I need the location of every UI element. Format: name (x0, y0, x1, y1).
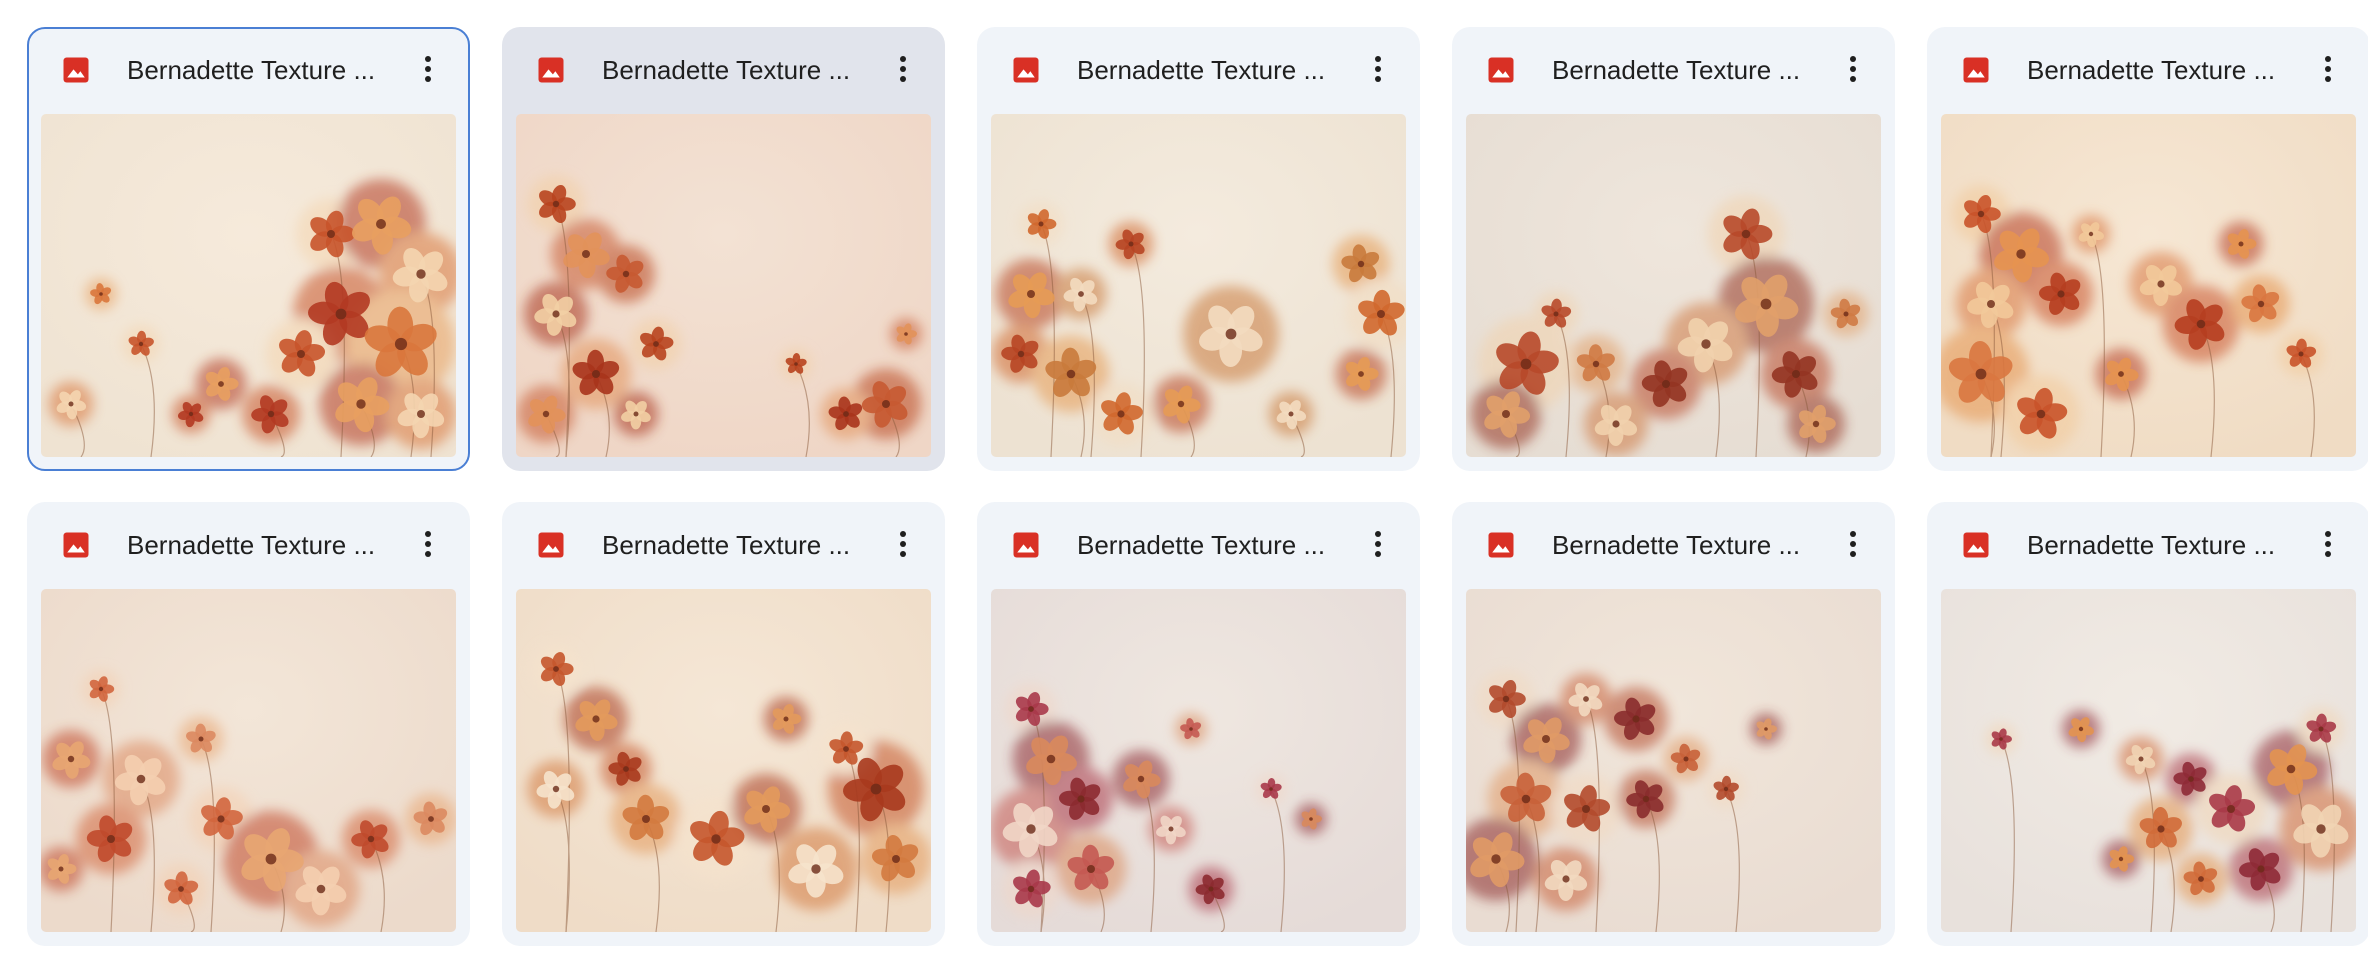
file-name: Bernadette Texture ... (2027, 55, 2276, 85)
more-actions-button[interactable] (408, 49, 448, 89)
file-thumbnail[interactable] (1941, 114, 2356, 457)
image-file-icon (1961, 530, 1991, 560)
image-file-icon (1011, 530, 1041, 560)
file-name: Bernadette Texture ... (602, 530, 851, 560)
file-card[interactable]: Bernadette Texture ... (27, 27, 470, 471)
file-card[interactable]: Bernadette Texture ... (502, 27, 945, 471)
file-card-header: Bernadette Texture ... (27, 502, 470, 587)
more-actions-button[interactable] (408, 524, 448, 564)
file-thumbnail[interactable] (1466, 589, 1881, 932)
image-file-icon (536, 55, 566, 85)
more-actions-button[interactable] (1833, 524, 1873, 564)
file-card[interactable]: Bernadette Texture ... (977, 27, 1420, 471)
image-file-icon (536, 530, 566, 560)
more-vert-icon (2324, 55, 2332, 83)
file-card[interactable]: Bernadette Texture ... (27, 502, 470, 946)
file-name: Bernadette Texture ... (127, 55, 376, 85)
more-actions-button[interactable] (883, 49, 923, 89)
file-thumbnail[interactable] (1941, 589, 2356, 932)
file-thumbnail[interactable] (516, 114, 931, 457)
file-card[interactable]: Bernadette Texture ... (502, 502, 945, 946)
file-card[interactable]: Bernadette Texture ... (977, 502, 1420, 946)
image-file-icon (1486, 55, 1516, 85)
more-vert-icon (424, 530, 432, 558)
file-card[interactable]: Bernadette Texture ... (1927, 27, 2368, 471)
file-card-header: Bernadette Texture ... (1452, 27, 1895, 112)
file-thumbnail[interactable] (41, 589, 456, 932)
file-card-header: Bernadette Texture ... (1927, 502, 2368, 587)
more-vert-icon (1849, 55, 1857, 83)
file-thumbnail[interactable] (991, 589, 1406, 932)
file-card-header: Bernadette Texture ... (502, 27, 945, 112)
file-card[interactable]: Bernadette Texture ... (1927, 502, 2368, 946)
file-thumbnail[interactable] (516, 589, 931, 932)
more-vert-icon (899, 530, 907, 558)
file-card-header: Bernadette Texture ... (29, 29, 468, 114)
image-file-icon (61, 55, 91, 85)
more-actions-button[interactable] (1358, 524, 1398, 564)
more-actions-button[interactable] (2308, 49, 2348, 89)
more-actions-button[interactable] (2308, 524, 2348, 564)
more-vert-icon (1849, 530, 1857, 558)
more-vert-icon (424, 55, 432, 83)
image-file-icon (1486, 530, 1516, 560)
more-actions-button[interactable] (1833, 49, 1873, 89)
file-card-header: Bernadette Texture ... (977, 502, 1420, 587)
file-card-header: Bernadette Texture ... (502, 502, 945, 587)
more-vert-icon (1374, 55, 1382, 83)
file-name: Bernadette Texture ... (2027, 530, 2276, 560)
file-name: Bernadette Texture ... (1077, 55, 1326, 85)
more-vert-icon (2324, 530, 2332, 558)
more-vert-icon (1374, 530, 1382, 558)
file-name: Bernadette Texture ... (1552, 530, 1801, 560)
image-file-icon (1961, 55, 1991, 85)
file-thumbnail[interactable] (991, 114, 1406, 457)
file-name: Bernadette Texture ... (602, 55, 851, 85)
more-actions-button[interactable] (1358, 49, 1398, 89)
file-name: Bernadette Texture ... (127, 530, 376, 560)
image-file-icon (1011, 55, 1041, 85)
file-card-header: Bernadette Texture ... (1452, 502, 1895, 587)
file-name: Bernadette Texture ... (1552, 55, 1801, 85)
file-grid: Bernadette Texture ... Bernadette Textur… (27, 27, 2368, 946)
file-card[interactable]: Bernadette Texture ... (1452, 27, 1895, 471)
image-file-icon (61, 530, 91, 560)
file-thumbnail[interactable] (41, 114, 456, 457)
file-card[interactable]: Bernadette Texture ... (1452, 502, 1895, 946)
more-actions-button[interactable] (883, 524, 923, 564)
file-card-header: Bernadette Texture ... (1927, 27, 2368, 112)
file-name: Bernadette Texture ... (1077, 530, 1326, 560)
file-thumbnail[interactable] (1466, 114, 1881, 457)
more-vert-icon (899, 55, 907, 83)
file-card-header: Bernadette Texture ... (977, 27, 1420, 112)
